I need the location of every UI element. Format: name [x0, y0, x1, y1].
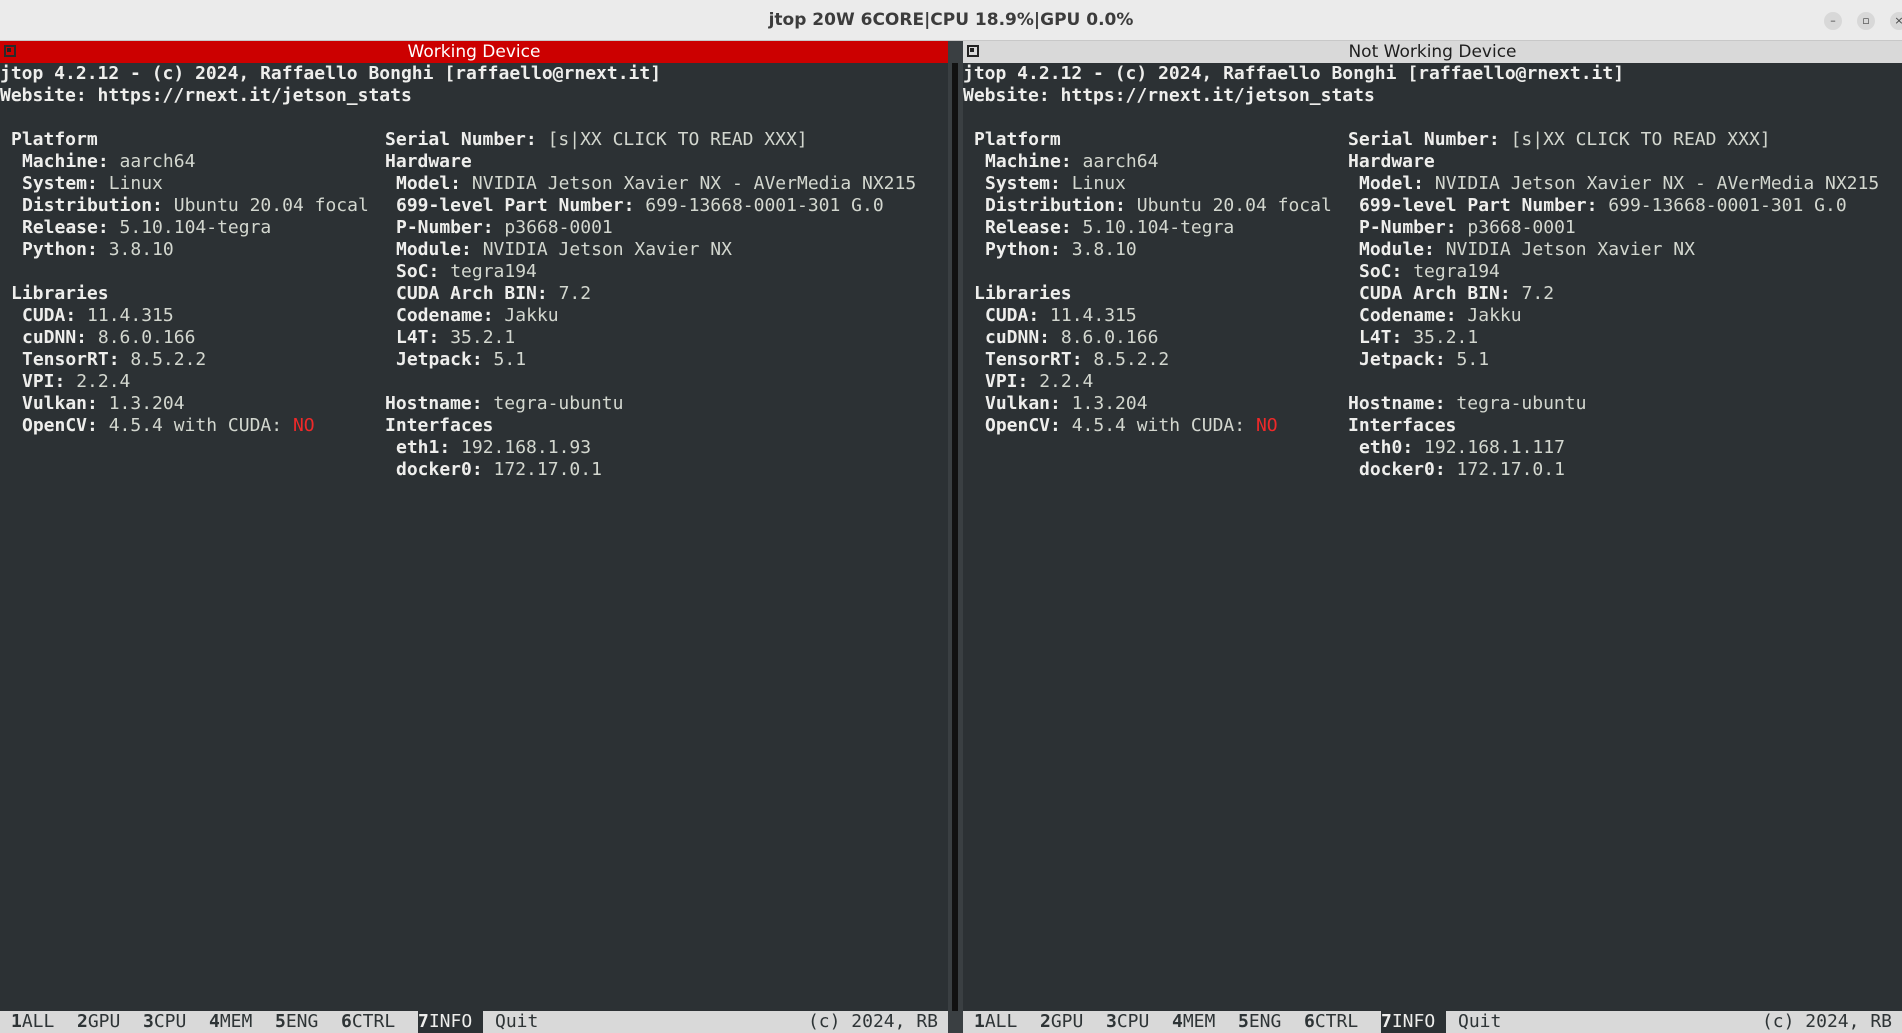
- distribution-row: Distribution: Ubuntu 20.04 focal: [22, 195, 369, 216]
- quit-button[interactable]: Quit: [495, 1011, 538, 1033]
- copyright-text: (c) 2024, RB: [1761, 1011, 1892, 1032]
- vpi-row: VPI: 2.2.4: [985, 371, 1094, 392]
- jetpack-row: Jetpack: 5.1: [396, 349, 527, 370]
- serial-number-row[interactable]: Serial Number: [s|XX CLICK TO READ XXX]: [1348, 129, 1771, 151]
- tensorrt-row: TensorRT: 8.5.2.2: [22, 349, 207, 370]
- pane-not-working-device[interactable]: Not Working Device jtop 4.2.12 - (c) 202…: [963, 41, 1902, 1033]
- pane-title: Not Working Device: [1348, 42, 1517, 62]
- release-row: Release: 5.10.104-tegra: [22, 217, 272, 238]
- distribution-row: Distribution: Ubuntu 20.04 focal: [985, 195, 1332, 216]
- interface-row: docker0: 172.17.0.1: [396, 459, 602, 480]
- vulkan-row: Vulkan: 1.3.204: [22, 393, 185, 414]
- window-title: jtop 20W 6CORE|CPU 18.9%|GPU 0.0%: [768, 10, 1134, 30]
- tab-all[interactable]: 1ALL: [974, 1011, 1017, 1033]
- l4t-row: L4T: 35.2.1: [396, 327, 516, 348]
- model-row: Model: NVIDIA Jetson Xavier NX - AVerMed…: [396, 173, 917, 194]
- tab-eng[interactable]: 5ENG: [275, 1011, 318, 1033]
- cuda-arch-row: CUDA Arch BIN: 7.2: [396, 283, 592, 304]
- pane-header[interactable]: Not Working Device: [963, 41, 1902, 63]
- tab-ctrl[interactable]: 6CTRL: [341, 1011, 395, 1033]
- pane-working-device[interactable]: Working Device jtop 4.2.12 - (c) 2024, R…: [0, 41, 948, 1033]
- version-line: jtop 4.2.12 - (c) 2024, Raffaello Bonghi…: [963, 63, 1625, 84]
- opencv-row: OpenCV: 4.5.4 with CUDA: NO: [22, 415, 315, 436]
- restore-icon[interactable]: ▫: [1857, 12, 1875, 30]
- tab-mem[interactable]: 4MEM: [209, 1011, 252, 1033]
- libraries-heading: Libraries: [11, 283, 109, 304]
- copyright-text: (c) 2024, RB: [807, 1011, 938, 1032]
- jtop-menu-bar: 1ALL 2GPU 3CPU 4MEM 5ENG 6CTRL 7INFO Qui…: [963, 1011, 1902, 1033]
- hardware-heading: Hardware: [385, 151, 472, 172]
- tab-cpu[interactable]: 3CPU: [143, 1011, 186, 1033]
- cudnn-row: cuDNN: 8.6.0.166: [985, 327, 1159, 348]
- tab-gpu[interactable]: 2GPU: [1040, 1011, 1083, 1033]
- cuda-arch-row: CUDA Arch BIN: 7.2: [1359, 283, 1555, 304]
- opencv-cuda-status: NO: [292, 415, 315, 436]
- tab-ctrl[interactable]: 6CTRL: [1304, 1011, 1358, 1033]
- jetpack-row: Jetpack: 5.1: [1359, 349, 1490, 370]
- machine-row: Machine: aarch64: [985, 151, 1159, 172]
- interface-row: eth0: 192.168.1.117: [1359, 437, 1565, 458]
- codename-row: Codename: Jakku: [396, 305, 559, 326]
- cudnn-row: cuDNN: 8.6.0.166: [22, 327, 196, 348]
- interfaces-heading: Interfaces: [1348, 415, 1457, 436]
- hardware-heading: Hardware: [1348, 151, 1435, 172]
- pane-divider[interactable]: [948, 41, 963, 1033]
- website-line: Website: https://rnext.it/jetson_stats: [0, 85, 412, 106]
- quit-button[interactable]: Quit: [1458, 1011, 1501, 1033]
- cuda-row: CUDA: 11.4.315: [985, 305, 1137, 326]
- interface-row: docker0: 172.17.0.1: [1359, 459, 1565, 480]
- system-row: System: Linux: [22, 173, 163, 194]
- p-number-row: P-Number: p3668-0001: [1359, 217, 1576, 238]
- libraries-heading: Libraries: [974, 283, 1072, 304]
- hostname-row: Hostname: tegra-ubuntu: [385, 393, 624, 414]
- system-row: System: Linux: [985, 173, 1126, 194]
- tab-cpu[interactable]: 3CPU: [1106, 1011, 1149, 1033]
- soc-row: SoC: tegra194: [1359, 261, 1500, 282]
- model-row: Model: NVIDIA Jetson Xavier NX - AVerMed…: [1359, 173, 1880, 194]
- platform-heading: Platform: [11, 129, 98, 150]
- opencv-cuda-status: NO: [1255, 415, 1278, 436]
- interface-row: eth1: 192.168.1.93: [396, 437, 592, 458]
- cuda-row: CUDA: 11.4.315: [22, 305, 174, 326]
- vpi-row: VPI: 2.2.4: [22, 371, 131, 392]
- vulkan-row: Vulkan: 1.3.204: [985, 393, 1148, 414]
- python-row: Python: 3.8.10: [985, 239, 1137, 260]
- tab-info[interactable]: 7INFO: [418, 1011, 484, 1033]
- machine-row: Machine: aarch64: [22, 151, 196, 172]
- serial-number-row[interactable]: Serial Number: [s|XX CLICK TO READ XXX]: [385, 129, 808, 151]
- pane-title: Working Device: [407, 42, 541, 62]
- module-row: Module: NVIDIA Jetson Xavier NX: [396, 239, 732, 260]
- terminal-output: jtop 4.2.12 - (c) 2024, Raffaello Bonghi…: [963, 63, 1902, 1011]
- version-line: jtop 4.2.12 - (c) 2024, Raffaello Bonghi…: [0, 63, 662, 84]
- tab-all[interactable]: 1ALL: [11, 1011, 54, 1033]
- tab-eng[interactable]: 5ENG: [1238, 1011, 1281, 1033]
- tab-gpu[interactable]: 2GPU: [77, 1011, 120, 1033]
- interfaces-heading: Interfaces: [385, 415, 494, 436]
- pane-split-icon[interactable]: [4, 45, 16, 57]
- window-titlebar: jtop 20W 6CORE|CPU 18.9%|GPU 0.0% – ▫ ×: [0, 0, 1902, 41]
- part-number-row: 699-level Part Number: 699-13668-0001-30…: [396, 195, 884, 216]
- jtop-menu-bar: 1ALL 2GPU 3CPU 4MEM 5ENG 6CTRL 7INFO Qui…: [0, 1011, 948, 1033]
- python-row: Python: 3.8.10: [22, 239, 174, 260]
- scrollbar[interactable]: [936, 63, 948, 1011]
- platform-heading: Platform: [974, 129, 1061, 150]
- terminal-output: jtop 4.2.12 - (c) 2024, Raffaello Bonghi…: [0, 63, 936, 1011]
- soc-row: SoC: tegra194: [396, 261, 537, 282]
- pane-header[interactable]: Working Device: [0, 41, 948, 63]
- p-number-row: P-Number: p3668-0001: [396, 217, 613, 238]
- opencv-row: OpenCV: 4.5.4 with CUDA: NO: [985, 415, 1278, 436]
- minimize-icon[interactable]: –: [1824, 12, 1842, 30]
- pane-split-icon[interactable]: [967, 45, 979, 57]
- codename-row: Codename: Jakku: [1359, 305, 1522, 326]
- l4t-row: L4T: 35.2.1: [1359, 327, 1479, 348]
- tensorrt-row: TensorRT: 8.5.2.2: [985, 349, 1170, 370]
- tab-mem[interactable]: 4MEM: [1172, 1011, 1215, 1033]
- tab-info[interactable]: 7INFO: [1381, 1011, 1447, 1033]
- website-line: Website: https://rnext.it/jetson_stats: [963, 85, 1375, 106]
- close-icon[interactable]: ×: [1890, 12, 1902, 30]
- part-number-row: 699-level Part Number: 699-13668-0001-30…: [1359, 195, 1847, 216]
- hostname-row: Hostname: tegra-ubuntu: [1348, 393, 1587, 414]
- release-row: Release: 5.10.104-tegra: [985, 217, 1235, 238]
- module-row: Module: NVIDIA Jetson Xavier NX: [1359, 239, 1695, 260]
